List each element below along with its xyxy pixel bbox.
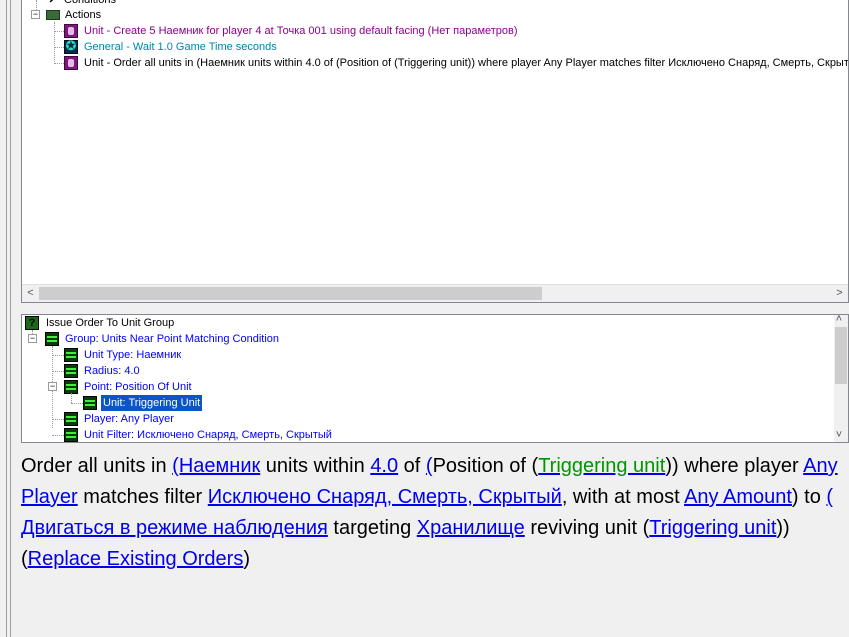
triggering-unit-link[interactable]: Triggering unit bbox=[538, 455, 665, 477]
unit-icon bbox=[64, 24, 78, 38]
unit-group-link[interactable]: (Наемник bbox=[172, 455, 260, 477]
scroll-left-icon[interactable]: < bbox=[22, 285, 39, 302]
function-icon bbox=[64, 380, 78, 394]
description-text: matches filter bbox=[77, 486, 208, 508]
description-text: units within bbox=[260, 455, 371, 477]
replace-orders-link[interactable]: Replace Existing Orders bbox=[28, 548, 244, 570]
param-root-label: Issue Order To Unit Group bbox=[46, 317, 175, 329]
param-label: Group: Units Near Point Matching Conditi… bbox=[65, 333, 279, 345]
param-label: Radius: 4.0 bbox=[84, 365, 140, 377]
function-icon bbox=[64, 364, 78, 378]
param-label: Player: Any Player bbox=[84, 413, 174, 425]
description-text: , with at most bbox=[561, 486, 685, 508]
collapse-icon[interactable]: − bbox=[48, 382, 57, 391]
param-label: Unit Filter: Исключено Снаряд, Смерть, С… bbox=[84, 429, 332, 441]
left-edge-line bbox=[6, 0, 7, 637]
parameter-tree-panel[interactable]: ? Issue Order To Unit Group − Group: Uni… bbox=[21, 314, 849, 443]
description-text: targeting bbox=[327, 517, 417, 539]
target-link[interactable]: Хранилище bbox=[417, 517, 525, 539]
conditions-icon: ➜ bbox=[44, 0, 58, 7]
unit-filter-link[interactable]: Исключено Снаряд, Смерть, Скрытый bbox=[208, 486, 562, 508]
function-icon bbox=[83, 396, 97, 410]
unit-icon bbox=[64, 56, 78, 70]
function-icon bbox=[64, 348, 78, 362]
function-icon bbox=[64, 428, 78, 442]
action-description: Order all units in (Наемник units within… bbox=[21, 451, 847, 575]
description-text: ) bbox=[243, 548, 250, 570]
param-label: Unit Type: Наемник bbox=[84, 349, 182, 361]
action-text: Unit - Order all units in (Наемник units… bbox=[84, 57, 849, 69]
general-icon: ✪ bbox=[64, 38, 78, 54]
description-text: ) to bbox=[791, 486, 827, 508]
description-text: )) where player bbox=[665, 455, 804, 477]
description-text: Position of ( bbox=[432, 455, 539, 477]
scroll-up-icon[interactable]: ˄ bbox=[832, 315, 846, 328]
horizontal-scrollbar[interactable]: < > bbox=[22, 284, 848, 302]
collapse-icon[interactable]: − bbox=[28, 334, 37, 343]
actions-icon bbox=[46, 10, 60, 20]
left-edge-line-2 bbox=[10, 0, 11, 637]
description-text: Order all units in bbox=[21, 455, 173, 477]
scroll-down-icon[interactable]: ˅ bbox=[832, 427, 846, 442]
collapse-icon[interactable]: − bbox=[31, 10, 40, 19]
description-text: reviving unit ( bbox=[524, 517, 650, 539]
param-label-selected: Unit: Triggering Unit bbox=[99, 394, 204, 412]
amount-link[interactable]: Any Amount bbox=[684, 486, 792, 508]
function-icon bbox=[64, 412, 78, 426]
scroll-right-icon[interactable]: > bbox=[831, 285, 848, 302]
action-text: Unit - Create 5 Наемник for player 4 at … bbox=[84, 25, 518, 37]
action-row[interactable]: Unit - Order all units in (Наемник units… bbox=[22, 55, 849, 71]
point-link[interactable]: ( bbox=[426, 455, 433, 477]
action-row[interactable]: Unit - Create 5 Наемник for player 4 at … bbox=[22, 23, 842, 39]
vertical-scrollbar[interactable]: ˄ ˅ bbox=[834, 315, 848, 442]
help-icon: ? bbox=[25, 316, 39, 330]
action-row[interactable]: ✪ General - Wait 1.0 Game Time seconds bbox=[22, 38, 842, 55]
function-icon bbox=[45, 332, 59, 346]
action-text: General - Wait 1.0 Game Time seconds bbox=[84, 41, 277, 53]
scrollbar-thumb[interactable] bbox=[39, 287, 542, 300]
reviving-unit-link[interactable]: Triggering unit bbox=[649, 517, 776, 539]
actions-node[interactable]: − Actions bbox=[22, 7, 322, 23]
radius-link[interactable]: 4.0 bbox=[370, 455, 398, 477]
param-label: Point: Position Of Unit bbox=[84, 381, 192, 393]
description-text: of bbox=[398, 455, 426, 477]
actions-label: Actions bbox=[65, 9, 102, 21]
scrollbar-thumb[interactable] bbox=[835, 327, 847, 384]
trigger-tree-panel[interactable]: ➜ Conditions − Actions Unit - Create 5 Н… bbox=[21, 0, 849, 303]
